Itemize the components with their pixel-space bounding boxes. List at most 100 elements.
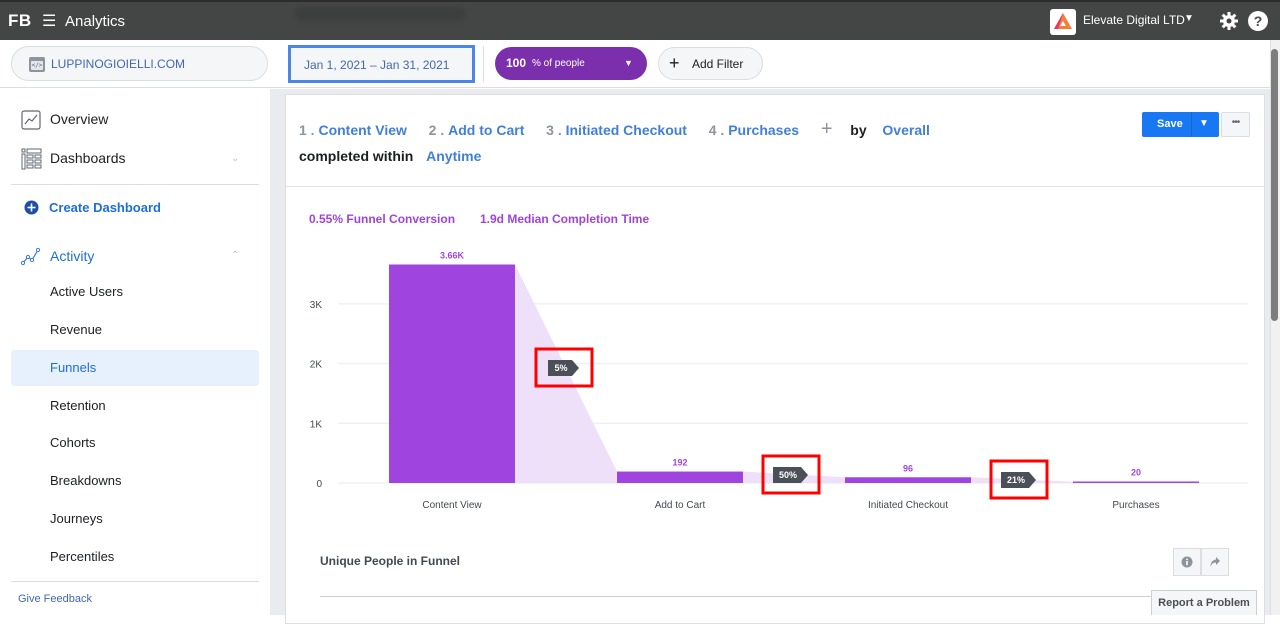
sidebar-item-overview[interactable]: Overview [0, 109, 270, 131]
give-feedback-link[interactable]: Give Feedback [18, 593, 92, 605]
sidebar-label: Overview [50, 111, 109, 127]
breakdown-selector[interactable]: Overall [882, 122, 929, 138]
save-label: Save [1157, 118, 1183, 130]
completed-within-label: completed within [299, 148, 414, 164]
completion-window-selector[interactable]: Anytime [426, 148, 481, 164]
chevron-up-icon[interactable]: ⌃ [231, 250, 239, 261]
people-percent-value: 100 [506, 56, 527, 70]
sidebar-item-activity[interactable]: Activity ⌃ [0, 246, 270, 266]
sidebar-item-dashboards[interactable]: Dashboards ⌄ [0, 148, 270, 170]
app-title: Analytics [65, 13, 126, 30]
website-code-icon: </> [29, 57, 45, 72]
funnel-chart: 0 1K 2K 3K 3.66K Content View 192 Add to Cart 96… [310, 250, 1248, 511]
caret-down-icon[interactable]: ▼ [1199, 118, 1209, 129]
sidebar-item-journeys[interactable]: Journeys [50, 511, 103, 526]
sidebar-item-breakdowns[interactable]: Breakdowns [50, 473, 122, 488]
site-name: LUPPINOGIOIELLI.COM [51, 57, 186, 71]
step-number: 4 . [708, 122, 725, 138]
funnel-conversion-metric: 0.55% Funnel Conversion [309, 212, 456, 226]
add-step-button[interactable]: + [821, 118, 833, 140]
people-percent-dropdown[interactable]: 100 % of people ▼ [495, 47, 647, 80]
save-button[interactable]: Save ▼ [1142, 112, 1219, 137]
x-category-label: Purchases [1112, 500, 1159, 511]
step-number: 3 . [546, 122, 562, 138]
funnel-step-3[interactable]: 3 . Initiated Checkout [546, 122, 687, 138]
account-name[interactable]: Elevate Digital LTD [1083, 13, 1185, 27]
people-percent-label: % of people [532, 58, 585, 69]
step-number: 1 . [299, 122, 315, 138]
funnel-bar [617, 471, 743, 483]
step-conversion-label: 50% [779, 470, 797, 480]
median-completion-metric: 1.9d Median Completion Time [480, 212, 650, 226]
y-tick-label: 0 [316, 479, 322, 490]
sidebar-item-percentiles[interactable]: Percentiles [50, 549, 114, 564]
create-dashboard-button[interactable]: Create Dashboard [0, 199, 270, 217]
funnel-step-4[interactable]: 4 . Purchases [709, 122, 799, 138]
blurred-breadcrumb [295, 7, 465, 21]
fb-logo[interactable]: FB [8, 11, 32, 31]
plus-icon: + [669, 53, 680, 73]
sidebar-item-retention[interactable]: Retention [50, 398, 106, 413]
sidebar-label: Activity [50, 248, 95, 264]
divider [483, 46, 484, 82]
step-name: Content View [318, 122, 407, 138]
funnel-step-2[interactable]: 2 . Add to Cart [429, 122, 525, 138]
filter-bar: </> LUPPINOGIOIELLI.COM Jan 1, 2021 – Ja… [0, 40, 1270, 88]
completion-window: completed within Anytime [299, 148, 481, 164]
y-tick-label: 1K [310, 419, 323, 430]
chevron-down-icon[interactable]: ⌄ [231, 153, 239, 164]
funnel-bar [389, 264, 515, 483]
x-category-label: Initiated Checkout [868, 500, 948, 511]
y-tick-label: 2K [310, 360, 323, 371]
x-category-label: Content View [422, 500, 482, 511]
caret-down-icon: ▼ [624, 58, 633, 68]
sidebar-item-funnels[interactable]: Funnels [50, 360, 96, 375]
scrollbar-thumb[interactable] [1271, 49, 1278, 321]
activity-icon [20, 246, 43, 269]
step-name: Initiated Checkout [565, 122, 687, 138]
account-logo-icon[interactable] [1050, 9, 1076, 35]
sidebar-label: Dashboards [50, 150, 126, 166]
step-conversion-label: 5% [554, 363, 567, 373]
hamburger-icon[interactable]: ☰ [42, 11, 56, 31]
bar-value-label: 3.66K [440, 250, 465, 260]
line-chart-icon [21, 110, 41, 133]
help-icon[interactable]: ? [1248, 11, 1268, 31]
divider [11, 581, 259, 582]
gear-icon[interactable] [1219, 11, 1239, 36]
y-tick-label: 3K [310, 300, 323, 311]
step-conversion-label: 21% [1007, 475, 1025, 485]
add-filter-button[interactable]: + Add Filter [658, 47, 763, 80]
more-options-button[interactable]: ••• [1221, 112, 1250, 137]
bar-value-label: 20 [1131, 468, 1141, 478]
divider [320, 596, 1230, 597]
bar-value-label: 192 [672, 458, 687, 468]
caret-down-icon[interactable]: ▼ [1184, 13, 1194, 24]
report-problem-button[interactable]: Report a Problem [1151, 590, 1257, 615]
share-icon[interactable] [1201, 548, 1229, 576]
step-name: Add to Cart [448, 122, 525, 138]
top-bar: FB ☰ Analytics Elevate Digital LTD ▼ ? [0, 0, 1280, 40]
sidebar-item-revenue[interactable]: Revenue [50, 322, 102, 337]
info-icon[interactable] [1173, 548, 1201, 576]
divider [11, 184, 259, 185]
step-name: Purchases [728, 122, 800, 138]
sidebar-item-cohorts[interactable]: Cohorts [50, 435, 96, 450]
divider [286, 186, 1264, 187]
funnel-bar [845, 477, 971, 483]
x-category-label: Add to Cart [655, 500, 706, 511]
step-number: 2 . [428, 122, 445, 138]
plus-circle-icon [24, 200, 39, 218]
by-label: by [850, 122, 867, 138]
unique-people-title: Unique People in Funnel [320, 554, 461, 568]
sidebar-item-active-users[interactable]: Active Users [50, 284, 123, 299]
sidebar-label: Create Dashboard [49, 200, 161, 215]
add-filter-label: Add Filter [692, 57, 744, 71]
funnel-step-1[interactable]: 1 . Content View [299, 122, 407, 138]
date-range-picker[interactable]: Jan 1, 2021 – Jan 31, 2021 [288, 45, 475, 83]
site-selector[interactable]: </> LUPPINOGIOIELLI.COM [11, 46, 268, 81]
sidebar: Overview Dashboards ⌄ Create Dashboard A… [0, 89, 270, 615]
dashboard-grid-icon [21, 148, 43, 173]
active-item-highlight [11, 350, 259, 386]
funnel-bar [1073, 481, 1199, 483]
